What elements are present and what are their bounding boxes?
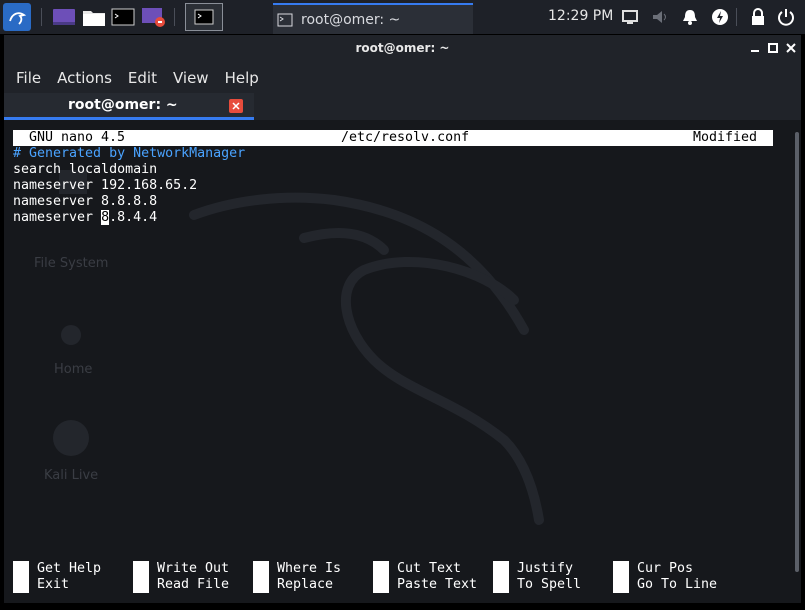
shortcut-key: ^O xyxy=(133,561,150,577)
panel-separator xyxy=(41,8,42,26)
shortcut-label: Cut Text xyxy=(397,561,462,576)
taskbar-task-terminal[interactable]: root@omer: ~ xyxy=(273,3,473,34)
tab-close-icon[interactable] xyxy=(229,99,243,113)
terminal-window: root@omer: ~ File Actions Edit View Help… xyxy=(3,34,802,604)
shortcut-key: ^R xyxy=(133,577,150,593)
shortcut-label: Where Is xyxy=(277,561,342,576)
menubar: File Actions Edit View Help xyxy=(4,63,801,93)
shortcut-label: Go To Line xyxy=(637,577,718,592)
shortcut-key: ^U xyxy=(373,577,390,593)
terminal-window-icon[interactable] xyxy=(185,3,223,31)
nano-status: Modified xyxy=(693,130,758,145)
terminal-icon[interactable] xyxy=(111,4,135,30)
close-icon[interactable] xyxy=(782,39,800,57)
menu-help[interactable]: Help xyxy=(225,69,259,87)
text-cursor: 8 xyxy=(101,210,110,225)
tab-label: root@omer: ~ xyxy=(68,97,178,113)
shortcut-key: ^J xyxy=(493,561,510,577)
file-line: nameserver 8.8.8.8 xyxy=(13,194,158,209)
shortcut-key: ^K xyxy=(373,561,390,577)
tab-bar: root@omer: ~ xyxy=(4,93,801,120)
maximize-icon[interactable] xyxy=(764,39,782,57)
terminal-content[interactable]: File System Home Kali Live GNU nano 4.5 … xyxy=(4,120,791,603)
screen-recorder-icon[interactable] xyxy=(141,4,165,30)
terminal-scrollbar[interactable] xyxy=(793,120,801,603)
shortcut-key: ^_ xyxy=(613,577,630,593)
shortcut-label: Cur Pos xyxy=(637,561,694,576)
menu-view[interactable]: View xyxy=(173,69,209,87)
shortcut-key: ^\ xyxy=(253,577,270,593)
notification-bell-icon[interactable] xyxy=(681,8,699,26)
shortcut-label: Read File xyxy=(157,577,230,592)
scrollbar-thumb[interactable] xyxy=(795,132,799,572)
shortcut-label: Get Help xyxy=(37,561,102,576)
shortcut-key: ^W xyxy=(253,561,270,577)
shortcut-label: To Spell xyxy=(517,577,582,592)
shortcut-key: ^C xyxy=(613,561,630,577)
menu-actions[interactable]: Actions xyxy=(57,69,112,87)
clock[interactable]: 12:29 PM xyxy=(548,8,613,24)
nano-version: GNU nano 4.5 xyxy=(29,130,126,145)
menu-edit[interactable]: Edit xyxy=(128,69,157,87)
file-line: # Generated by NetworkManager xyxy=(13,146,246,161)
nano-header-bar: GNU nano 4.5 /etc/resolv.conf Modified xyxy=(13,130,773,146)
panel-separator xyxy=(736,8,737,26)
minimize-icon[interactable] xyxy=(746,39,764,57)
shortcut-key: ^G xyxy=(13,561,30,577)
tab-terminal[interactable]: root@omer: ~ xyxy=(4,93,254,120)
file-line: nameserver 192.168.65.2 xyxy=(13,178,198,193)
file-line: search localdomain xyxy=(13,162,158,177)
workspace-icon[interactable] xyxy=(52,4,76,30)
window-title: root@omer: ~ xyxy=(355,41,450,55)
power-icon[interactable] xyxy=(777,8,795,26)
window-titlebar[interactable]: root@omer: ~ xyxy=(4,35,801,63)
terminal-icon xyxy=(277,13,293,26)
kali-menu-icon[interactable] xyxy=(3,3,31,31)
panel-separator xyxy=(174,8,175,26)
shortcut-label: Paste Text xyxy=(397,577,478,592)
shortcut-label: Exit xyxy=(37,577,70,592)
desktop-icon-label: Kali Live xyxy=(44,468,99,483)
file-line: nameserver 8.8.4.4 xyxy=(13,210,157,226)
desktop-icon-label: Home xyxy=(54,362,93,377)
shortcut-label: Write Out xyxy=(157,561,230,576)
file-manager-icon[interactable] xyxy=(82,4,106,30)
nano-filename: /etc/resolv.conf xyxy=(341,130,470,145)
display-icon[interactable] xyxy=(621,8,639,26)
power-manager-icon[interactable] xyxy=(711,8,729,26)
file-line-suffix: .8.4.4 xyxy=(109,210,158,225)
shortcut-key: ^X xyxy=(13,577,30,593)
menu-file[interactable]: File xyxy=(16,69,41,87)
file-line-prefix: nameserver xyxy=(13,210,102,225)
top-panel: root@omer: ~ 12:29 PM xyxy=(0,0,805,34)
desktop-icon-label: File System xyxy=(34,256,109,271)
volume-icon[interactable] xyxy=(651,8,669,26)
lock-icon[interactable] xyxy=(749,8,767,26)
shortcut-key: ^T xyxy=(493,577,510,593)
shortcut-label: Justify xyxy=(517,561,574,576)
taskbar-task-label: root@omer: ~ xyxy=(301,11,401,28)
shortcut-label: Replace xyxy=(277,577,334,592)
